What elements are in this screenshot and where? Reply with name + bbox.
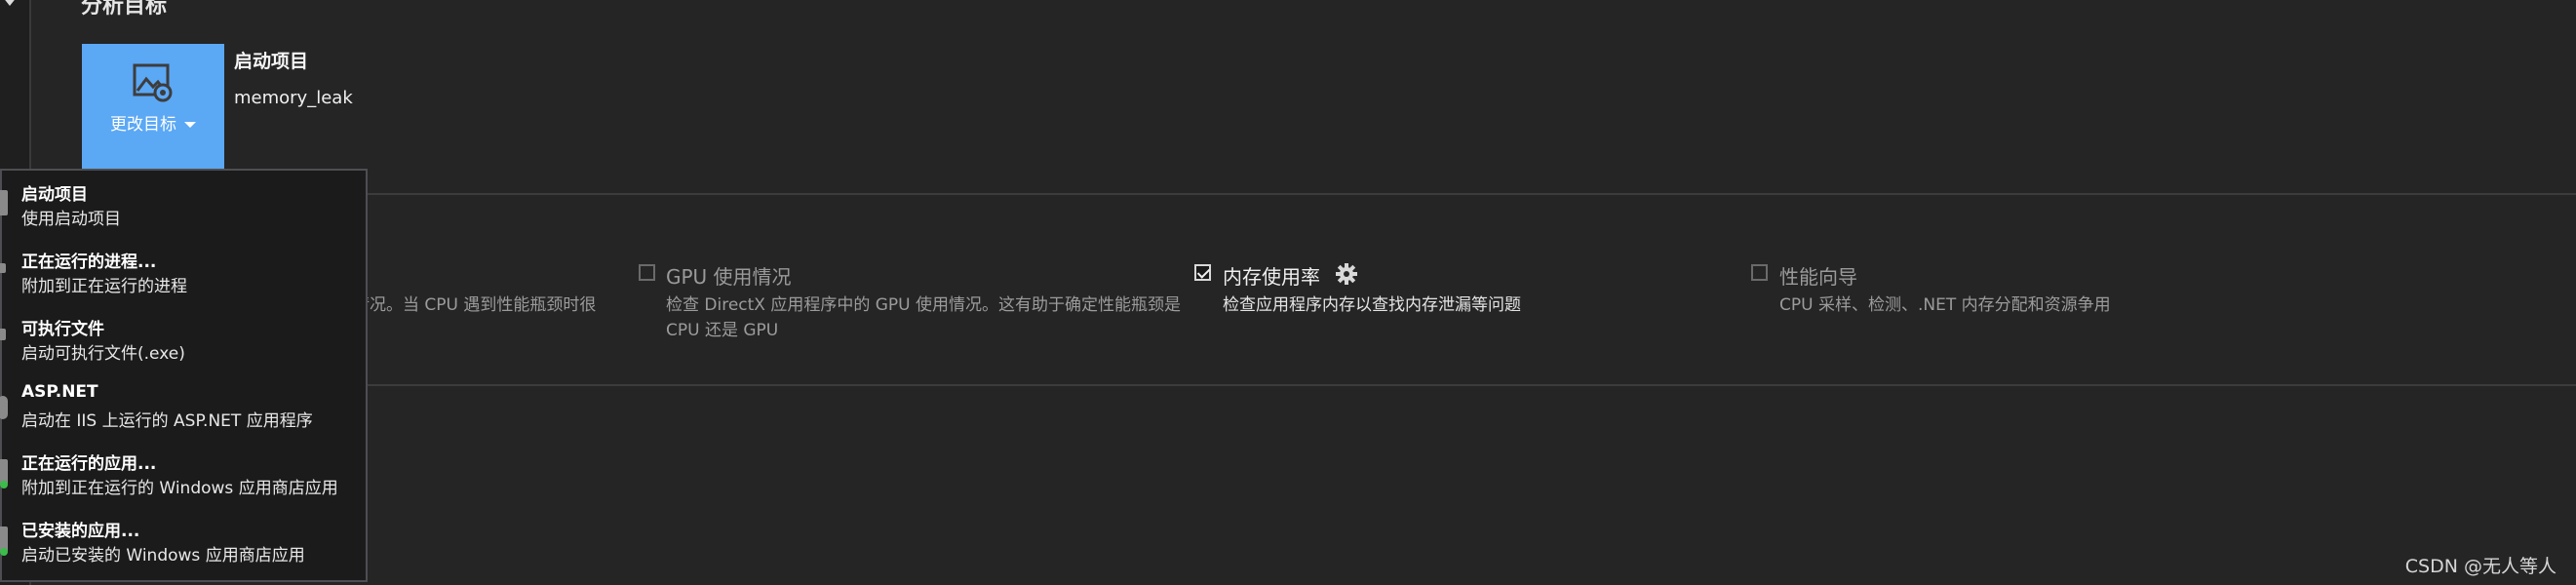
menu-item-description: 附加到正在运行的进程	[21, 277, 187, 296]
tool-wizard-checkbox[interactable]	[1751, 264, 1768, 281]
tool-memory-description: 检查应用程序内存以查找内存泄漏等问题	[1223, 295, 1521, 315]
change-target-button[interactable]: 更改目标	[82, 44, 224, 171]
menu-item-title: 已安装的应用...	[21, 522, 140, 541]
tool-wizard-description: CPU 采样、检测、.NET 内存分配和资源争用	[1779, 295, 2111, 315]
executable-icon	[0, 329, 6, 340]
change-target-label: 更改目标	[82, 110, 224, 135]
tool-gpu-description: 检查 DirectX 应用程序中的 GPU 使用情况。这有助于确定性能瓶颈是 C…	[666, 295, 1182, 340]
menu-item-title: 启动项目	[21, 185, 88, 205]
tool-gpu-title[interactable]: GPU 使用情况	[666, 261, 792, 290]
menu-item-description: 启动在 IIS 上运行的 ASP.NET 应用程序	[21, 411, 313, 431]
menu-item-running-app[interactable]: 正在运行的应用... 附加到正在运行的 Windows 应用商店应用	[0, 442, 366, 508]
menu-item-description: 启动可执行文件(.exe)	[21, 344, 185, 364]
menu-item-running-process[interactable]: 正在运行的进程... 附加到正在运行的进程	[0, 240, 366, 306]
gear-icon[interactable]	[1336, 263, 1357, 285]
project-icon	[0, 190, 8, 215]
watermark: CSDN @无人等人	[2404, 556, 2556, 577]
menu-item-title: 正在运行的进程...	[21, 253, 157, 272]
target-heading: 启动项目	[234, 51, 309, 72]
chevron-down-icon	[184, 122, 196, 128]
tool-wizard-title[interactable]: 性能向导	[1779, 261, 1857, 290]
menu-item-description: 启动已安装的 Windows 应用商店应用	[21, 546, 305, 566]
change-target-menu: 启动项目 使用启动项目 正在运行的进程... 附加到正在运行的进程 可执行文件 …	[0, 169, 368, 582]
status-dot	[0, 548, 8, 556]
process-icon	[0, 263, 6, 273]
status-dot	[0, 481, 8, 488]
menu-item-aspnet[interactable]: ASP.NET 启动在 IIS 上运行的 ASP.NET 应用程序	[0, 374, 366, 441]
menu-item-title: 可执行文件	[21, 320, 104, 339]
divider-top	[361, 193, 2576, 195]
globe-icon	[0, 396, 8, 419]
target-name: memory_leak	[234, 88, 353, 108]
target-image-icon	[133, 63, 173, 102]
menu-item-description: 附加到正在运行的 Windows 应用商店应用	[21, 479, 338, 498]
tool-memory-checkbox[interactable]	[1194, 264, 1211, 281]
menu-item-installed-app[interactable]: 已安装的应用... 启动已安装的 Windows 应用商店应用	[0, 509, 366, 575]
menu-item-title: ASP.NET	[21, 382, 98, 402]
menu-item-description: 使用启动项目	[21, 210, 121, 229]
section-title: 分析目标	[81, 0, 168, 19]
tool-cpu-description: 情况。当 CPU 遇到性能瓶颈时很	[353, 295, 597, 315]
tool-gpu-checkbox[interactable]	[639, 264, 655, 281]
collapse-caret-icon[interactable]	[2, 0, 18, 6]
tool-memory-title[interactable]: 内存使用率	[1223, 261, 1320, 290]
menu-item-startup-project[interactable]: 启动项目 使用启动项目	[0, 173, 366, 239]
menu-item-executable[interactable]: 可执行文件 启动可执行文件(.exe)	[0, 307, 366, 373]
divider-bottom	[361, 384, 2576, 386]
menu-item-title: 正在运行的应用...	[21, 454, 157, 474]
